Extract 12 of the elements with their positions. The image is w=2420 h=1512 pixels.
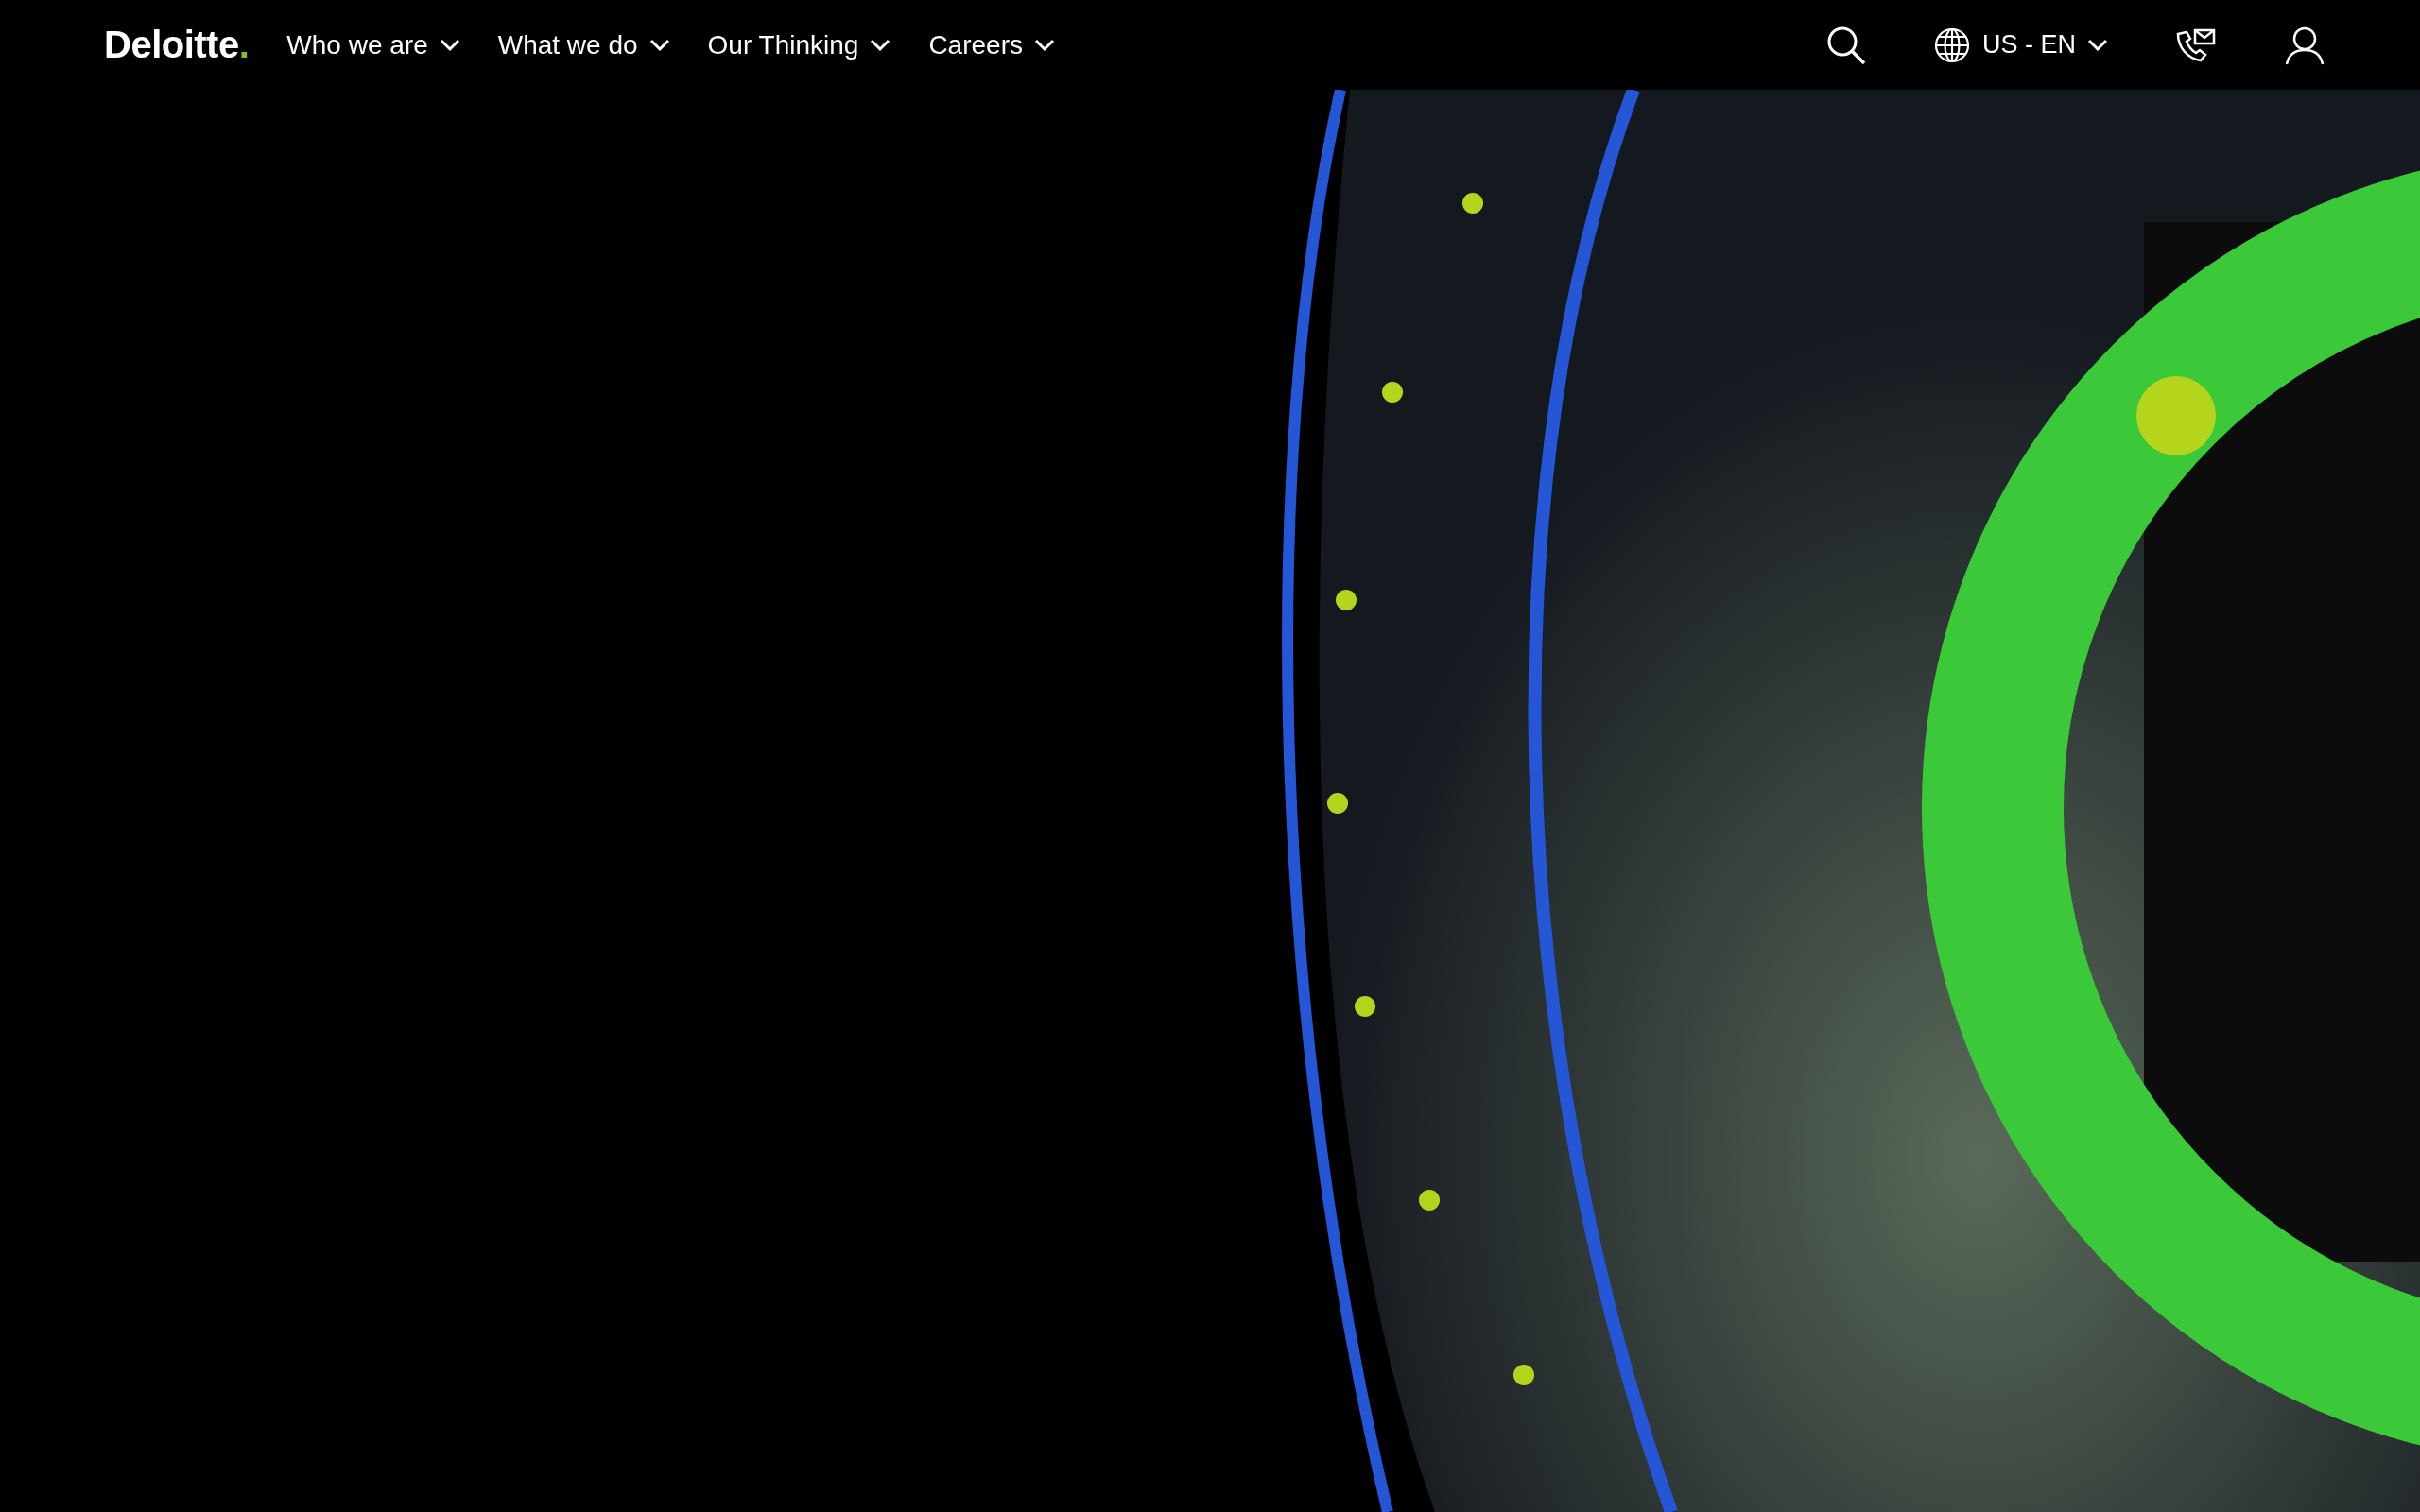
globe-icon — [1933, 26, 1971, 64]
chevron-icon — [2087, 38, 2108, 52]
chevron-icon — [870, 38, 891, 52]
nav-menu[interactable]: Careers — [928, 26, 1055, 64]
chevron-icon — [439, 38, 460, 52]
chevron-icon — [1033, 38, 1055, 52]
nav-menu[interactable]: Who we are — [286, 26, 460, 64]
nav-menu[interactable]: What we do — [497, 26, 670, 64]
language-selector[interactable]: US - EN — [1933, 26, 2108, 64]
chevron-icon — [648, 38, 670, 52]
nav-menu[interactable]: Our Thinking — [707, 26, 891, 64]
brand-logo[interactable]: Deloitte. — [104, 24, 250, 66]
